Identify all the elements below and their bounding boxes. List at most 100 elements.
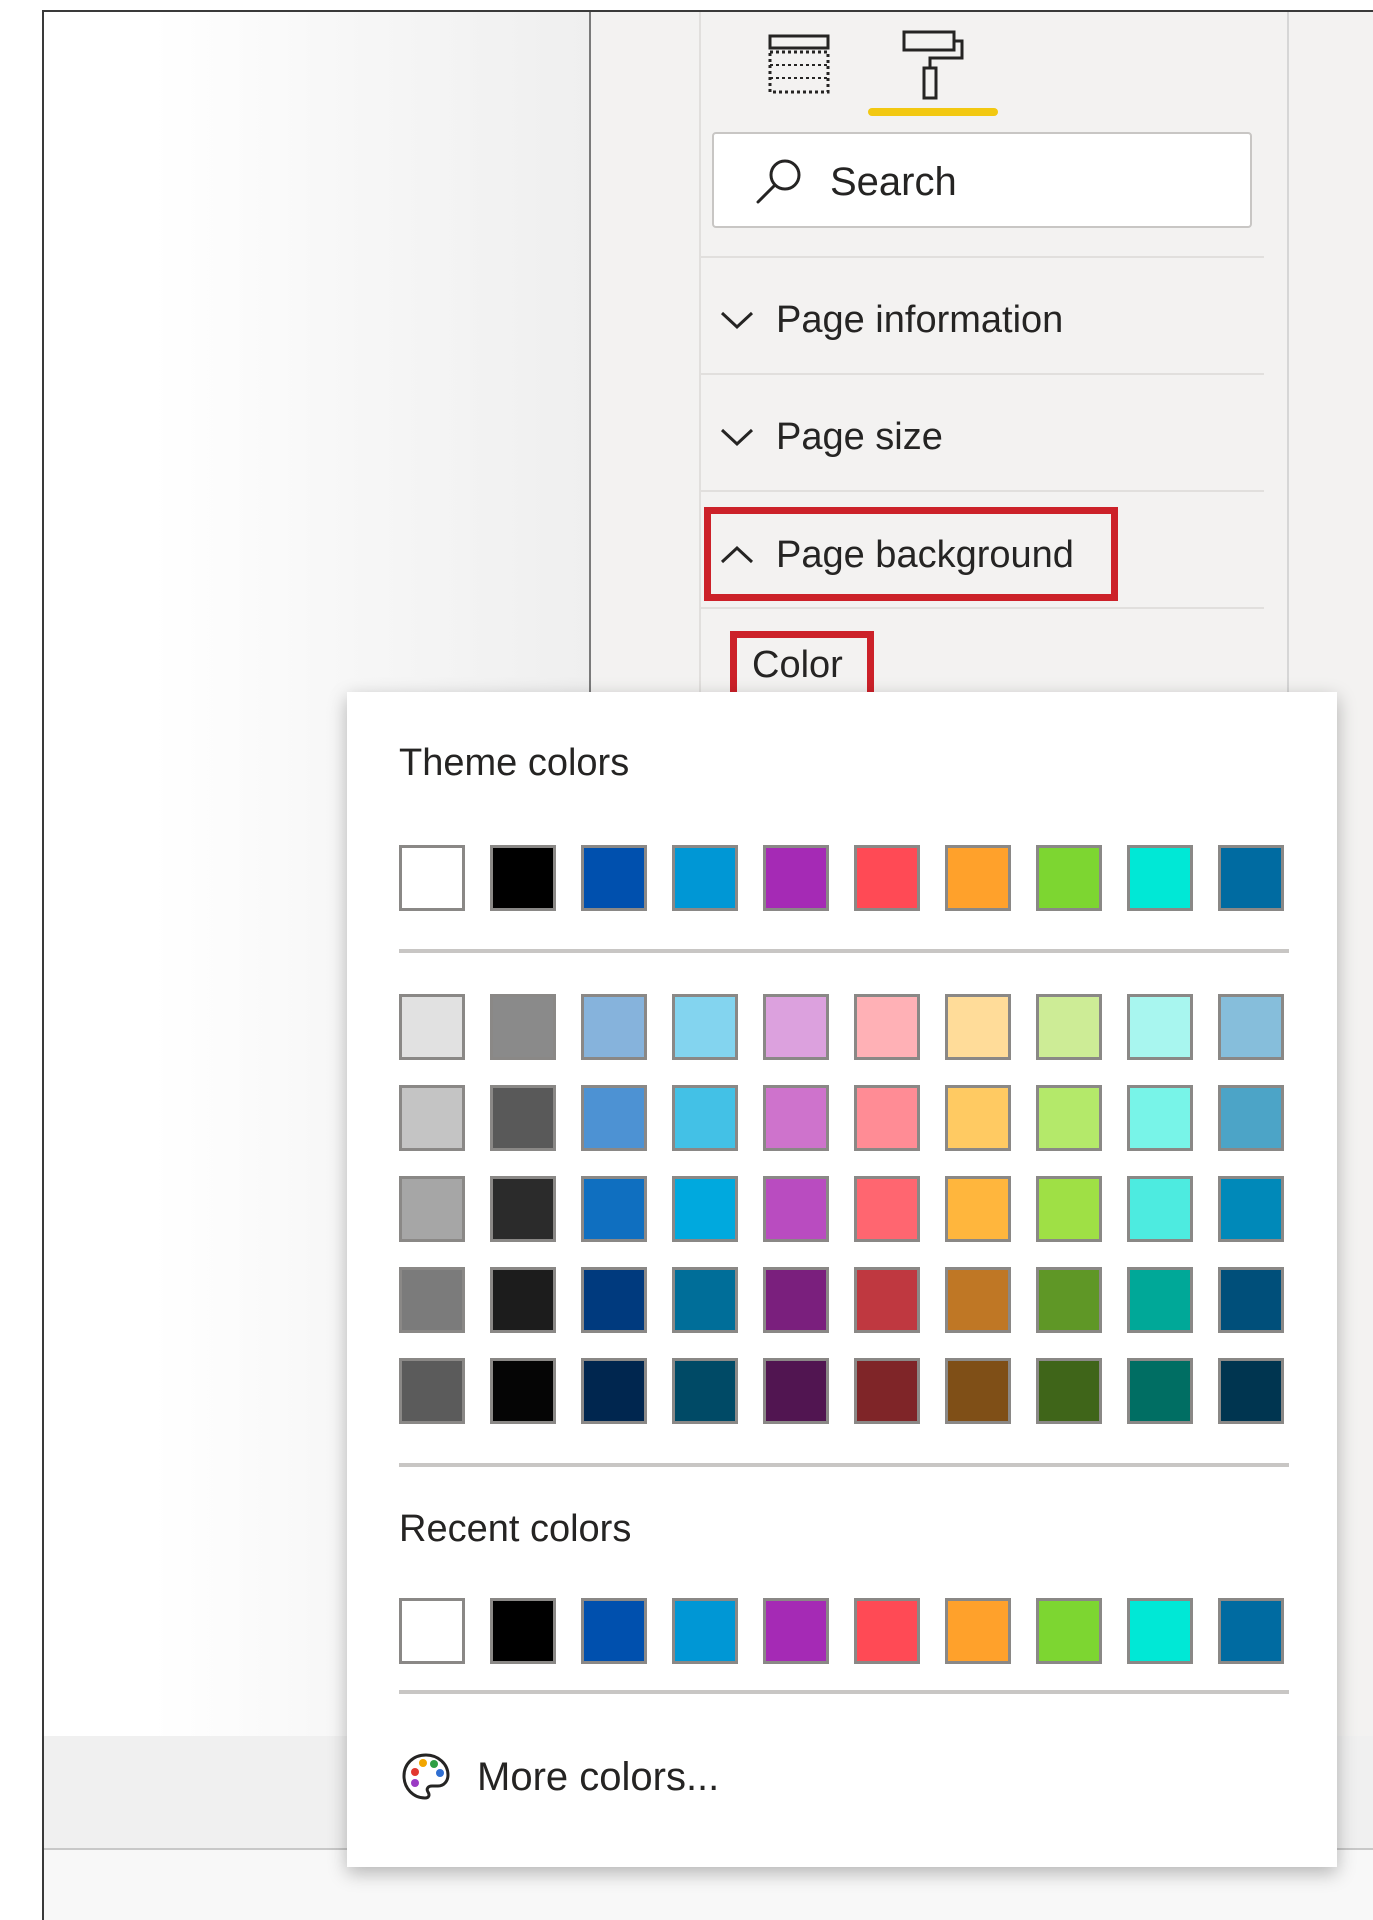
color-swatch[interactable] bbox=[399, 845, 465, 911]
color-swatch[interactable] bbox=[490, 1176, 556, 1242]
color-swatch[interactable] bbox=[1218, 1085, 1284, 1151]
color-swatch[interactable] bbox=[945, 845, 1011, 911]
chevron-down-icon bbox=[720, 428, 754, 447]
color-picker-popup: Theme colors Recent colors More colors..… bbox=[347, 692, 1337, 1867]
color-swatch[interactable] bbox=[763, 845, 829, 911]
color-swatch[interactable] bbox=[854, 1176, 920, 1242]
color-swatch[interactable] bbox=[1218, 1598, 1284, 1664]
color-swatch[interactable] bbox=[945, 1176, 1011, 1242]
color-swatch[interactable] bbox=[1127, 845, 1193, 911]
color-swatch[interactable] bbox=[672, 1598, 738, 1664]
color-swatch[interactable] bbox=[581, 1085, 647, 1151]
color-swatch[interactable] bbox=[1127, 1598, 1193, 1664]
color-swatch[interactable] bbox=[1036, 845, 1102, 911]
color-swatch[interactable] bbox=[581, 1176, 647, 1242]
color-swatch[interactable] bbox=[1127, 1358, 1193, 1424]
color-swatch[interactable] bbox=[490, 1598, 556, 1664]
highlight-page-background bbox=[704, 507, 1118, 601]
popup-divider bbox=[399, 1690, 1289, 1694]
color-swatch[interactable] bbox=[581, 1267, 647, 1333]
color-swatch[interactable] bbox=[1036, 1176, 1102, 1242]
color-swatch[interactable] bbox=[945, 1598, 1011, 1664]
search-icon bbox=[756, 159, 801, 204]
table-icon bbox=[768, 34, 830, 94]
color-swatch[interactable] bbox=[763, 1176, 829, 1242]
shade-row-2 bbox=[399, 1085, 1309, 1151]
shade-row-5 bbox=[399, 1358, 1309, 1424]
color-swatch[interactable] bbox=[490, 1267, 556, 1333]
section-page-information[interactable]: Page information bbox=[716, 290, 1063, 350]
color-swatch[interactable] bbox=[1218, 1176, 1284, 1242]
color-swatch[interactable] bbox=[945, 1358, 1011, 1424]
search-input[interactable]: Search bbox=[712, 132, 1252, 228]
more-colors-label: More colors... bbox=[477, 1754, 720, 1799]
color-swatch[interactable] bbox=[854, 1358, 920, 1424]
shade-row-3 bbox=[399, 1176, 1309, 1242]
color-swatch[interactable] bbox=[1036, 1085, 1102, 1151]
section-divider bbox=[699, 256, 1264, 258]
color-swatch[interactable] bbox=[854, 845, 920, 911]
color-swatch[interactable] bbox=[854, 1267, 920, 1333]
color-swatch[interactable] bbox=[945, 1085, 1011, 1151]
chevron-down-icon bbox=[720, 311, 754, 330]
color-swatch[interactable] bbox=[581, 994, 647, 1060]
color-swatch[interactable] bbox=[763, 1598, 829, 1664]
color-swatch[interactable] bbox=[854, 1085, 920, 1151]
color-swatch[interactable] bbox=[672, 994, 738, 1060]
section-label: Page information bbox=[776, 298, 1064, 341]
color-swatch[interactable] bbox=[1218, 1358, 1284, 1424]
color-swatch[interactable] bbox=[490, 845, 556, 911]
color-swatch[interactable] bbox=[399, 1267, 465, 1333]
shade-row-1 bbox=[399, 994, 1309, 1060]
color-swatch[interactable] bbox=[1218, 845, 1284, 911]
search-placeholder: Search bbox=[830, 160, 957, 204]
color-swatch[interactable] bbox=[1127, 994, 1193, 1060]
color-swatch[interactable] bbox=[1127, 1176, 1193, 1242]
color-swatch[interactable] bbox=[854, 1598, 920, 1664]
color-swatch[interactable] bbox=[490, 1085, 556, 1151]
section-divider bbox=[699, 490, 1264, 492]
color-swatch[interactable] bbox=[763, 1267, 829, 1333]
color-swatch[interactable] bbox=[1127, 1085, 1193, 1151]
color-swatch[interactable] bbox=[1036, 994, 1102, 1060]
recent-colors-heading: Recent colors bbox=[399, 1508, 632, 1550]
color-swatch[interactable] bbox=[763, 1358, 829, 1424]
tab-fields[interactable] bbox=[762, 28, 836, 102]
color-swatch[interactable] bbox=[399, 1598, 465, 1664]
theme-colors-heading: Theme colors bbox=[399, 742, 630, 784]
color-swatch[interactable] bbox=[672, 1267, 738, 1333]
color-swatch[interactable] bbox=[945, 1267, 1011, 1333]
shade-row-4 bbox=[399, 1267, 1309, 1333]
color-swatch[interactable] bbox=[1218, 994, 1284, 1060]
color-swatch[interactable] bbox=[490, 1358, 556, 1424]
color-swatch[interactable] bbox=[763, 1085, 829, 1151]
active-tab-indicator bbox=[868, 108, 998, 116]
color-swatch[interactable] bbox=[1036, 1598, 1102, 1664]
color-swatch[interactable] bbox=[1218, 1267, 1284, 1333]
section-page-size[interactable]: Page size bbox=[716, 407, 943, 467]
color-swatch[interactable] bbox=[854, 994, 920, 1060]
color-swatch[interactable] bbox=[1036, 1358, 1102, 1424]
section-divider bbox=[699, 607, 1264, 609]
color-swatch[interactable] bbox=[1036, 1267, 1102, 1333]
color-swatch[interactable] bbox=[945, 994, 1011, 1060]
color-swatch[interactable] bbox=[581, 845, 647, 911]
section-divider bbox=[699, 373, 1264, 375]
color-swatch[interactable] bbox=[581, 1598, 647, 1664]
color-swatch[interactable] bbox=[763, 994, 829, 1060]
color-swatch[interactable] bbox=[490, 994, 556, 1060]
color-swatch[interactable] bbox=[399, 1085, 465, 1151]
tab-format[interactable] bbox=[896, 24, 970, 104]
color-swatch[interactable] bbox=[581, 1358, 647, 1424]
color-swatch[interactable] bbox=[399, 1358, 465, 1424]
color-swatch[interactable] bbox=[399, 1176, 465, 1242]
color-swatch[interactable] bbox=[1127, 1267, 1193, 1333]
color-swatch[interactable] bbox=[672, 845, 738, 911]
paint-roller-icon bbox=[902, 30, 964, 100]
color-swatch[interactable] bbox=[672, 1358, 738, 1424]
color-swatch[interactable] bbox=[672, 1085, 738, 1151]
color-swatch[interactable] bbox=[672, 1176, 738, 1242]
section-label: Page size bbox=[776, 415, 943, 458]
more-colors-button[interactable]: More colors... bbox=[399, 1747, 719, 1807]
color-swatch[interactable] bbox=[399, 994, 465, 1060]
